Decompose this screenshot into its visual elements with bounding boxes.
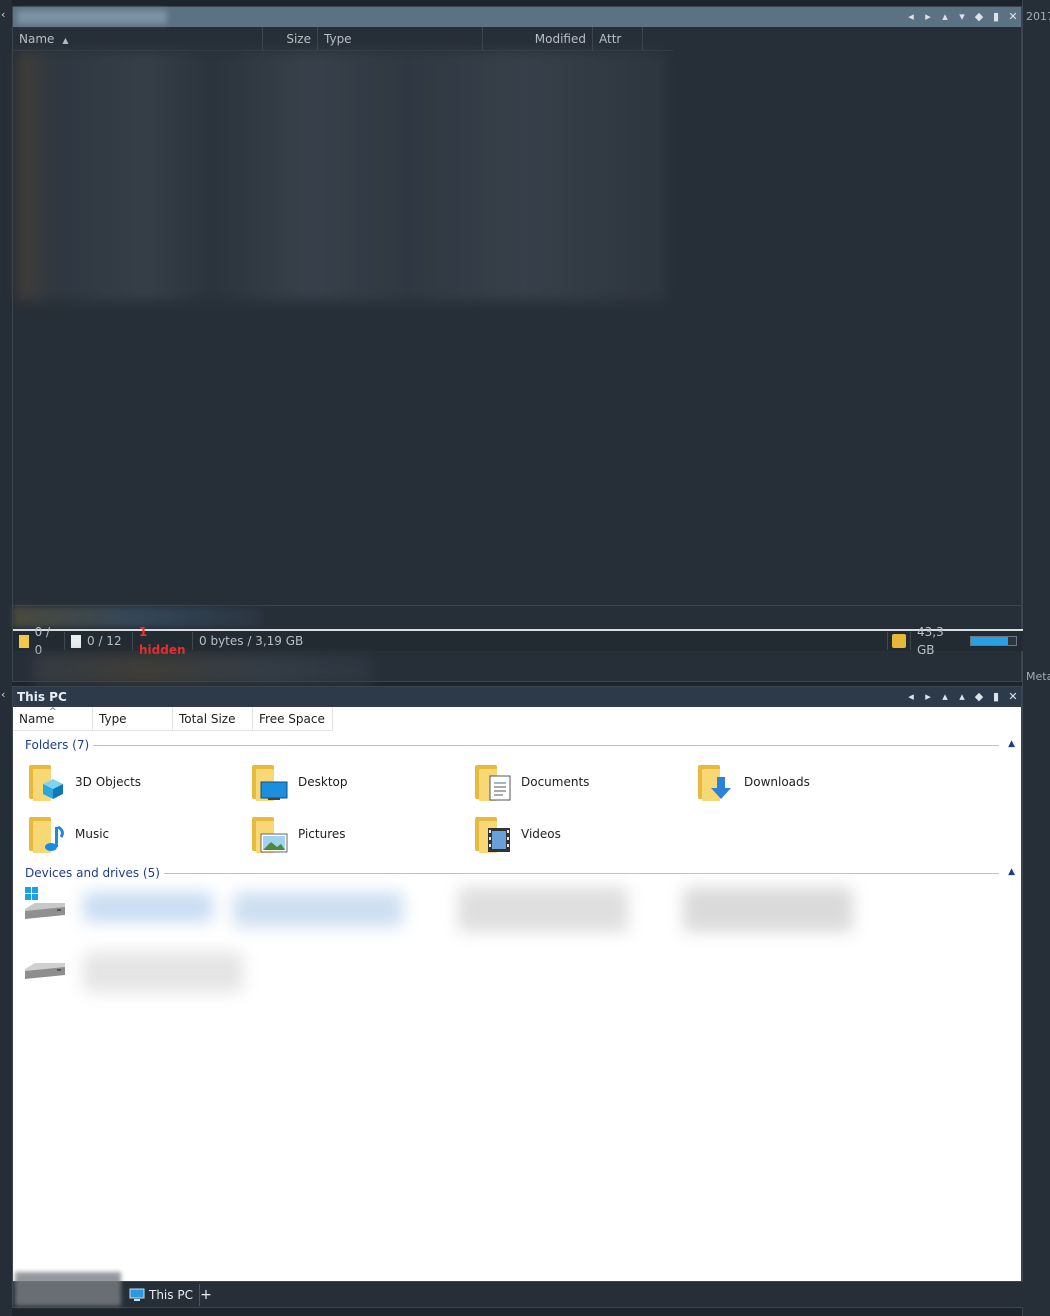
this-pc-pane: This PC ◂ ▸ ▴ ▴ ◆ ▮ ✕ ^ Name Type Total S… — [12, 686, 1023, 1308]
drives-group-title[interactable]: Devices and drives (5) — [25, 866, 164, 880]
folder-documents[interactable]: Documents — [473, 759, 589, 805]
file-list-pane-top: ◂ ▸ ▴ ▾ ◆ ▮ ✕ Name ▲ Size Type Modified A… — [12, 6, 1023, 685]
collapse-left-icon-2[interactable]: ‹ — [1, 688, 5, 701]
hidden-count[interactable]: 1 hidden — [133, 625, 193, 657]
side-meta-tab[interactable]: Meta — [1026, 670, 1050, 683]
this-pc-column-header: ^ Name Type Total Size Free Space — [13, 707, 333, 731]
folder-count: 0 / 0 — [13, 625, 65, 657]
folder-pictures[interactable]: Pictures — [250, 811, 346, 857]
collapse-up-icon[interactable]: ▲ — [1008, 739, 1015, 749]
pane-title: This PC — [17, 690, 67, 704]
move-down-icon[interactable]: ▾ — [956, 9, 968, 25]
up-arrow-icon[interactable]: ▴ — [939, 9, 951, 25]
drive-blurred-1 — [83, 892, 213, 922]
free-space-fill — [971, 637, 1008, 645]
right-side-panel: 2017 Meta — [1022, 0, 1050, 1316]
unlock-icon[interactable] — [892, 634, 906, 648]
selection-size: 0 bytes / 3,19 GB — [199, 634, 304, 648]
column-type[interactable]: Type — [318, 27, 483, 51]
drive-blurred-5 — [83, 952, 243, 992]
folder-videos[interactable]: Videos — [473, 811, 561, 857]
bottom-tab-bar: This PC + — [13, 1272, 1023, 1307]
bottom-pane-titlebar: This PC ◂ ▸ ▴ ▴ ◆ ▮ ✕ — [13, 687, 1021, 707]
folder-icon — [19, 634, 29, 648]
bottom-blurred — [33, 655, 373, 685]
close-icon[interactable]: ✕ — [1007, 9, 1019, 25]
drive-blurred-4 — [683, 887, 853, 932]
swap-panes-icon[interactable]: ◆ — [973, 9, 985, 25]
column-attr[interactable]: Attr — [593, 27, 643, 51]
new-tab-button[interactable]: + — [198, 1284, 214, 1306]
split-icon[interactable]: ▮ — [990, 689, 1002, 705]
lock-toggle[interactable] — [887, 632, 911, 650]
3d-objects-icon — [27, 761, 65, 803]
close-icon[interactable]: ✕ — [1007, 689, 1019, 705]
drive-blurred-3 — [458, 887, 628, 932]
drive-icon[interactable] — [23, 959, 67, 985]
music-icon — [27, 813, 65, 855]
folder-music[interactable]: Music — [27, 811, 109, 857]
column-type[interactable]: Type — [93, 707, 173, 731]
side-year: 2017 — [1026, 10, 1050, 23]
back-arrow-icon[interactable]: ◂ — [905, 9, 917, 25]
videos-icon — [473, 813, 511, 855]
up-arrow-icon[interactable]: ▴ — [939, 689, 951, 705]
file-icon — [71, 634, 81, 648]
folders-group-line — [83, 745, 999, 746]
move-up-icon[interactable]: ▴ — [956, 689, 968, 705]
folder-3d-objects[interactable]: 3D Objects — [27, 759, 141, 805]
documents-icon — [473, 761, 511, 803]
column-name[interactable]: ^ Name — [13, 707, 93, 731]
column-name[interactable]: Name ▲ — [13, 27, 263, 51]
free-space: 43,3 GB — [911, 625, 1023, 657]
collapse-up-icon[interactable]: ▲ — [1008, 867, 1015, 877]
folders-group-title[interactable]: Folders (7) — [25, 738, 94, 752]
column-size[interactable]: Size — [263, 27, 318, 51]
collapse-left-icon[interactable]: ‹ — [1, 8, 5, 21]
folder-desktop[interactable]: Desktop — [250, 759, 348, 805]
forward-arrow-icon[interactable]: ▸ — [922, 9, 934, 25]
desktop-icon — [250, 761, 288, 803]
path-blurred — [17, 10, 167, 24]
column-header: Name ▲ Size Type Modified Attr — [13, 27, 673, 51]
left-gutter: ‹ ‹ — [0, 0, 12, 1316]
free-space-bar — [970, 636, 1017, 646]
top-pane-titlebar: ◂ ▸ ▴ ▾ ◆ ▮ ✕ — [13, 7, 1021, 27]
downloads-icon — [696, 761, 734, 803]
tab-this-pc[interactable]: This PC — [123, 1284, 200, 1306]
system-drive-icon[interactable] — [23, 887, 67, 925]
file-count: 0 / 12 — [65, 632, 133, 650]
this-pc-icon — [129, 1288, 145, 1301]
tab-blurred — [15, 1272, 121, 1306]
drives-group-line — [143, 873, 999, 874]
split-icon[interactable]: ▮ — [990, 9, 1002, 25]
forward-arrow-icon[interactable]: ▸ — [922, 689, 934, 705]
file-rows-blurred — [17, 51, 667, 301]
column-total-size[interactable]: Total Size — [173, 707, 253, 731]
pictures-icon — [250, 813, 288, 855]
drive-blurred-2 — [233, 892, 403, 927]
sort-caret-icon: ^ — [49, 707, 57, 717]
swap-panes-icon[interactable]: ◆ — [973, 689, 985, 705]
status-bar: 0 / 0 0 / 12 1 hidden 0 bytes / 3,19 GB … — [13, 625, 1023, 657]
column-free-space[interactable]: Free Space — [253, 707, 333, 731]
folder-downloads[interactable]: Downloads — [696, 759, 810, 805]
sort-ascending-icon: ▲ — [62, 36, 69, 45]
column-modified[interactable]: Modified — [483, 27, 593, 51]
back-arrow-icon[interactable]: ◂ — [905, 689, 917, 705]
